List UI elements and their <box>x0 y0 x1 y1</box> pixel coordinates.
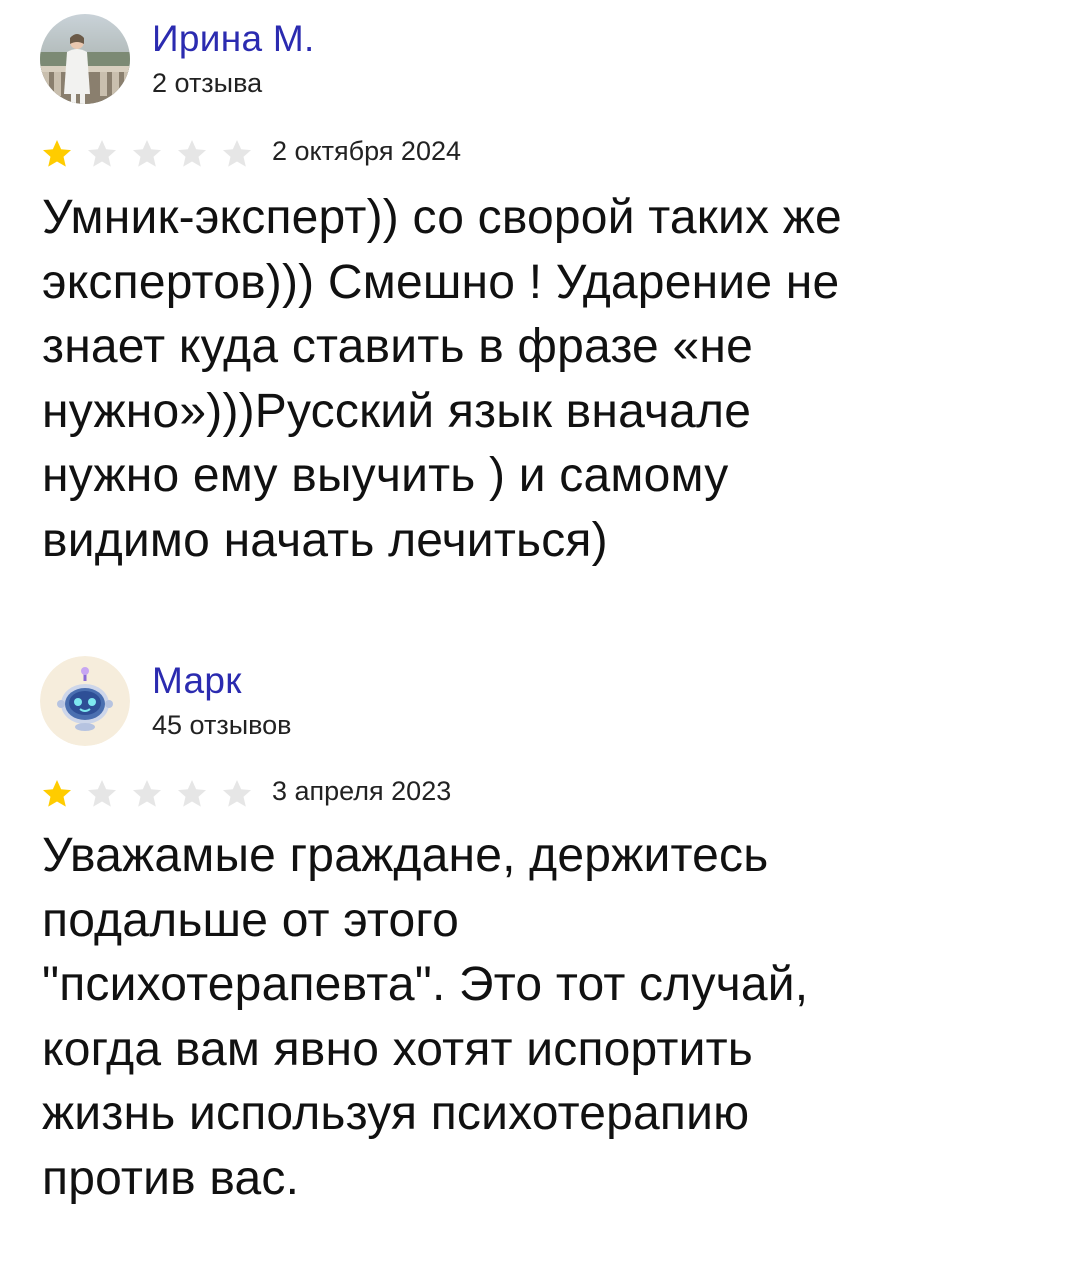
star-empty-icon <box>223 140 251 167</box>
review-text-line: "психотерапевта". Это тот случай, <box>42 958 809 1012</box>
review-text-line: экспертов))) Смешно ! Ударение не <box>42 255 840 309</box>
review-text-line: нужно ему выучить ) и самому <box>42 449 729 503</box>
star-empty-icon <box>178 780 206 807</box>
rating-stars <box>40 138 265 170</box>
review-author[interactable]: Ирина М. 2 отзыва <box>40 14 1040 104</box>
review-text-line: знает куда ставить в фразе «не <box>42 320 753 374</box>
star-empty-icon <box>88 780 116 807</box>
review-meta: 3 апреля 2023 <box>40 776 940 810</box>
author-review-count: 2 отзыва <box>152 68 263 98</box>
star-empty-icon <box>133 140 161 167</box>
review-text-line: против вас. <box>42 1151 300 1205</box>
star-filled-icon <box>43 780 71 807</box>
star-empty-icon <box>88 140 116 167</box>
review-meta: 2 октября 2024 <box>40 136 940 170</box>
review-text-line: когда вам явно хотят испортить <box>42 1022 753 1076</box>
user-photo-icon[interactable] <box>40 14 130 104</box>
review-text-line: Умник-эксперт)) со сворой таких же <box>42 191 842 244</box>
author-name[interactable]: Ирина М. <box>152 18 315 60</box>
robot-avatar-icon[interactable] <box>40 656 130 746</box>
star-empty-icon <box>178 140 206 167</box>
review-date: 2 октября 2024 <box>272 136 461 166</box>
review-author[interactable]: Марк 45 отзывов <box>40 656 1040 746</box>
star-empty-icon <box>133 780 161 807</box>
review-text-line: нужно»)))Русский язык вначале <box>42 384 752 438</box>
author-review-count: 45 отзывов <box>152 710 292 740</box>
author-name[interactable]: Марк <box>152 660 242 702</box>
review-text-line: подальше от этого <box>42 893 459 947</box>
review-text-line: Уважамые граждане, держитесь <box>42 829 769 882</box>
star-filled-icon <box>43 140 71 167</box>
review-text: Уважамые граждане, держитесь подальше от… <box>42 824 1042 1212</box>
rating-stars <box>40 778 265 810</box>
review-date: 3 апреля 2023 <box>272 776 452 806</box>
review-text-line: видимо начать лечиться) <box>42 513 608 567</box>
star-empty-icon <box>223 780 251 807</box>
review-text-line: жизнь используя психотерапию <box>42 1087 750 1141</box>
review-text: Умник-эксперт)) со сворой таких же экспе… <box>42 186 1042 574</box>
